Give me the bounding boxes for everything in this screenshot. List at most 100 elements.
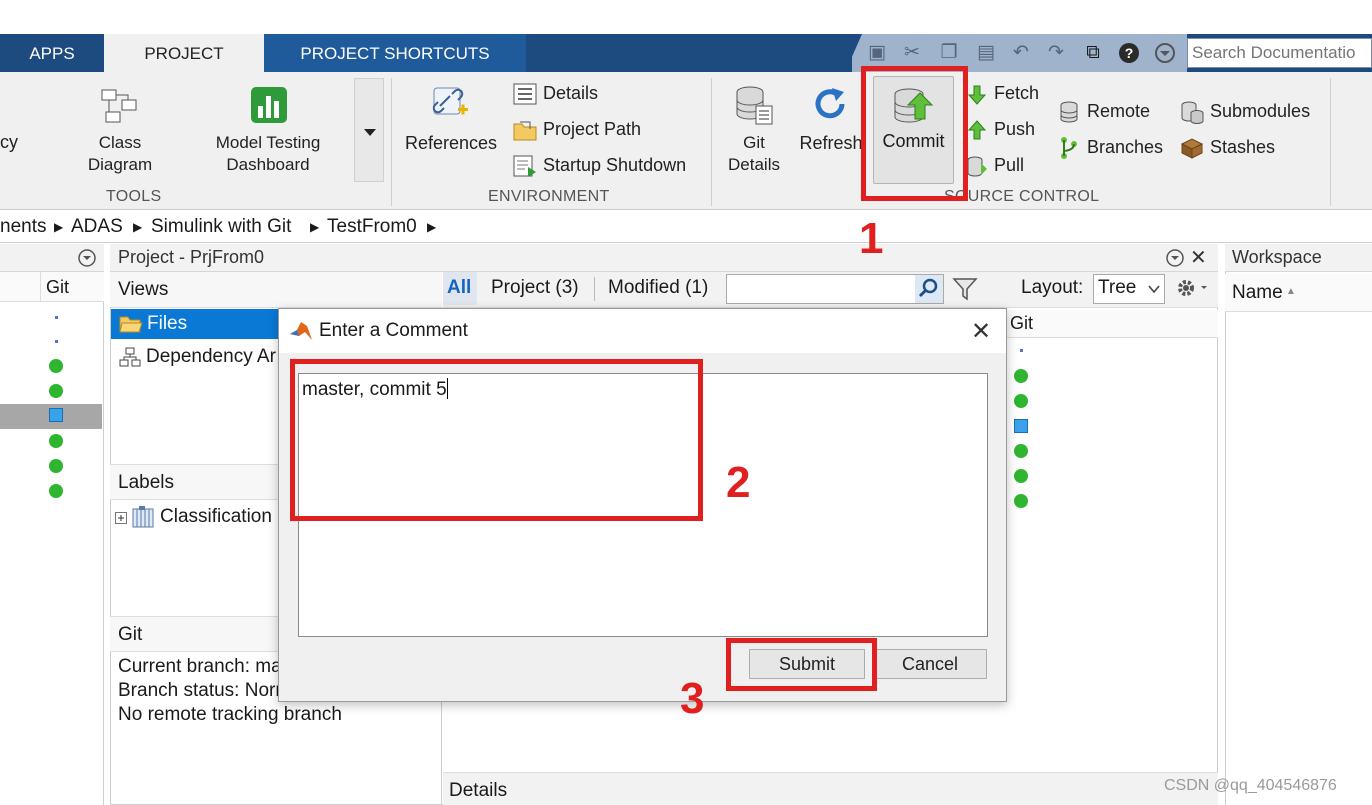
watermark: CSDN @qq_404546876 [1164, 777, 1337, 794]
git-unmodified-icon [49, 359, 63, 373]
expand-icon[interactable] [115, 512, 127, 524]
fetch-button[interactable]: Fetch [994, 83, 1039, 104]
remote-icon[interactable] [1058, 100, 1080, 124]
git-unmodified-icon [1014, 369, 1028, 383]
git-details-icon[interactable] [734, 84, 774, 126]
git-column-header[interactable]: Git [46, 277, 69, 298]
divider [391, 78, 392, 206]
branches-button[interactable]: Branches [1087, 137, 1163, 158]
breadcrumb-item[interactable]: Simulink with Git [151, 211, 291, 243]
pull-button[interactable]: Pull [994, 155, 1024, 176]
undo-icon[interactable]: ↶ [1010, 42, 1032, 64]
stashes-icon[interactable] [1180, 136, 1204, 160]
git-modified-icon [49, 408, 63, 422]
tab-project-shortcuts[interactable]: PROJECT SHORTCUTS [264, 34, 526, 72]
pull-icon[interactable] [966, 155, 988, 177]
model-testing-dashboard-icon[interactable] [250, 86, 288, 124]
filter-project-tab[interactable]: Project (3) [491, 277, 579, 299]
gallery-expand-button[interactable] [354, 78, 384, 182]
git-status-icon [55, 316, 58, 319]
search-documentation-input[interactable] [1187, 38, 1372, 68]
files-column-header: Git [1004, 310, 1218, 338]
cancel-button[interactable]: Cancel [873, 649, 987, 679]
annotation-box-submit [726, 638, 877, 691]
details-button[interactable]: Details [543, 83, 598, 104]
filter-all-tab[interactable]: All [443, 272, 477, 305]
switch-windows-icon[interactable]: ⧉ [1082, 42, 1104, 64]
layout-value: Tree [1098, 277, 1137, 298]
cut-icon[interactable]: ✂ [901, 42, 923, 64]
git-unmodified-icon [1014, 394, 1028, 408]
push-icon[interactable] [966, 119, 988, 141]
filter-icon[interactable] [952, 276, 978, 302]
class-diagram-icon[interactable] [100, 86, 140, 126]
git-unmodified-icon [49, 384, 63, 398]
tab-apps[interactable]: APPS [0, 34, 104, 72]
divider [594, 277, 595, 301]
label-classification[interactable]: Classification [112, 504, 278, 532]
layout-select[interactable]: Tree [1093, 274, 1165, 304]
refresh-button[interactable]: Refresh [796, 132, 866, 154]
project-path-button[interactable]: Project Path [543, 119, 641, 140]
references-icon[interactable] [430, 84, 470, 124]
class-diagram-button[interactable]: Class Diagram [70, 132, 170, 176]
git-details-label-1: Git [743, 133, 765, 152]
git-unmodified-icon [1014, 444, 1028, 458]
search-icon[interactable] [915, 275, 943, 303]
current-folder-panel [0, 244, 104, 805]
branches-icon[interactable] [1058, 136, 1080, 160]
details-icon[interactable] [513, 83, 537, 105]
model-testing-label-1: Model Testing [215, 133, 321, 152]
model-testing-dashboard-button[interactable]: Model Testing Dashboard [200, 132, 336, 176]
views-item-dependency-analyzer[interactable]: Dependency Ar [111, 342, 279, 372]
paste-icon[interactable]: ▤ [975, 42, 997, 64]
dialog-title: Enter a Comment [319, 320, 468, 341]
project-path-icon[interactable] [513, 119, 537, 141]
fetch-icon[interactable] [966, 84, 988, 106]
options-dropdown-icon[interactable] [1154, 42, 1176, 64]
references-button[interactable]: References [398, 132, 504, 154]
folder-column-header: Git [0, 272, 104, 302]
save-icon[interactable]: ▣ [866, 42, 888, 64]
dialog-close-icon[interactable]: ✕ [971, 317, 991, 346]
annotation-box-comment [290, 359, 703, 521]
submodules-button[interactable]: Submodules [1210, 101, 1310, 122]
breadcrumb-item[interactable]: TestFrom0 [327, 211, 417, 243]
remote-button[interactable]: Remote [1087, 101, 1150, 122]
redo-icon[interactable]: ↷ [1045, 42, 1067, 64]
copy-icon[interactable]: ❐ [938, 42, 960, 64]
git-column-header[interactable]: Git [1010, 313, 1033, 334]
breadcrumb-arrow-icon: ▶ [310, 220, 320, 234]
filter-modified-tab[interactable]: Modified (1) [608, 277, 708, 299]
gear-icon[interactable] [1174, 276, 1208, 300]
details-pane-header[interactable]: Details [443, 772, 1218, 805]
git-status-icon [55, 340, 58, 343]
push-button[interactable]: Push [994, 119, 1035, 140]
breadcrumb-item[interactable]: nents [0, 211, 46, 243]
views-item-files[interactable]: Files [111, 309, 279, 339]
project-panel-header: Project - PrjFrom0 ✕ [110, 244, 1218, 272]
refresh-icon[interactable] [810, 84, 850, 124]
dependency-analyzer-label[interactable]: cy [0, 132, 18, 153]
close-icon[interactable]: ✕ [1190, 245, 1207, 270]
submodules-icon[interactable] [1180, 100, 1204, 124]
git-details-button[interactable]: Git Details [718, 132, 790, 176]
name-column-header[interactable]: Name [1232, 282, 1283, 304]
divider [1330, 78, 1331, 206]
workspace-panel [1225, 244, 1372, 805]
panel-menu-icon[interactable] [1166, 249, 1184, 267]
startup-shutdown-icon[interactable] [513, 155, 537, 177]
panel-menu-icon[interactable] [78, 249, 96, 267]
tab-project[interactable]: PROJECT [104, 34, 264, 72]
startup-shutdown-button[interactable]: Startup Shutdown [543, 155, 686, 176]
views-item-label: Dependency Ar [146, 346, 276, 367]
file-search-input[interactable] [726, 274, 944, 304]
git-status-icon [1020, 349, 1023, 352]
help-icon[interactable]: ? [1118, 42, 1140, 64]
git-unmodified-icon [1014, 469, 1028, 483]
stashes-button[interactable]: Stashes [1210, 137, 1275, 158]
breadcrumb-item[interactable]: ADAS [71, 211, 123, 243]
folder-open-icon [119, 316, 143, 333]
svg-text:?: ? [1125, 45, 1134, 61]
class-diagram-label-1: Class [98, 133, 142, 152]
